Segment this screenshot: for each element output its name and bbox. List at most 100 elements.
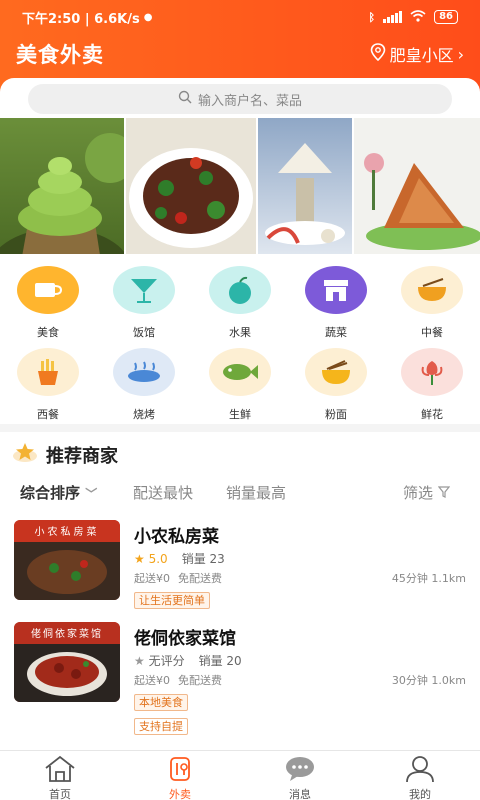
min-order: 起送¥0 — [134, 572, 170, 585]
shop-thumbnail-text: 佬侗依家菜馆 — [31, 629, 103, 640]
shop-card[interactable]: 佬侗依家菜馆 佬侗依家菜馆 ★ 无评分 销量 20 起送¥0 免配送费 30分钟… — [0, 622, 480, 738]
search-input[interactable]: 输入商户名、菜品 — [28, 84, 452, 114]
tab-label: 外卖 — [169, 788, 191, 800]
category-item-shuiguo[interactable]: 水果 — [192, 266, 288, 340]
category-item-fanguan[interactable]: 饭馆 — [96, 266, 192, 340]
search-icon — [178, 90, 192, 108]
sort-bar: 综合排序 ﹀ 配送最快 销量最高 筛选 — [0, 480, 480, 504]
banner-image-platter — [354, 118, 480, 254]
star-badge-icon — [12, 440, 38, 469]
shop-fees: 起送¥0 免配送费 — [134, 672, 222, 688]
shop-rating-row: ★ 5.0 销量 23 — [134, 550, 225, 567]
recommend-section: 推荐商家 综合排序 ﹀ 配送最快 销量最高 筛选 小农私房菜 小农私房菜 ★ 5… — [0, 432, 480, 750]
sort-label: 综合排序 — [20, 483, 81, 502]
category-item-shaokao[interactable]: 烧烤 — [96, 348, 192, 422]
category-label: 鲜花 — [421, 408, 443, 421]
category-label: 美食 — [37, 326, 59, 339]
signal-icon — [383, 11, 403, 23]
sort-comprehensive[interactable]: 综合排序 ﹀ — [20, 482, 97, 503]
category-label: 生鲜 — [229, 408, 251, 421]
category-label: 西餐 — [37, 408, 59, 421]
shop-distance: 30分钟 1.0km — [391, 674, 466, 687]
category-item-fenmian[interactable]: 粉面 — [288, 348, 384, 422]
apple-icon — [209, 266, 271, 314]
shop-card[interactable]: 小农私房菜 小农私房菜 ★ 5.0 销量 23 起送¥0 免配送费 45分钟 1… — [0, 520, 480, 616]
delivery-fee: 免配送费 — [178, 674, 222, 687]
shop-thumbnail-text: 小农私房菜 — [34, 527, 100, 538]
shop-rating-row: ★ 无评分 销量 20 — [134, 652, 242, 669]
category-label: 饭馆 — [133, 326, 155, 339]
fish-icon — [209, 348, 271, 396]
tab-label: 消息 — [289, 788, 311, 800]
flower-icon — [401, 348, 463, 396]
tab-messages[interactable]: 消息 — [252, 755, 348, 800]
message-icon — [283, 755, 317, 786]
store-icon — [305, 266, 367, 314]
banner-image-cupcake — [0, 118, 124, 254]
banner-carousel[interactable] — [0, 118, 480, 254]
chevron-down-icon: ﹀ — [85, 486, 98, 501]
shop-distance: 45分钟 1.1km — [391, 572, 466, 585]
bluetooth-icon: ᛒ — [368, 10, 376, 24]
tab-label: 首页 — [49, 788, 71, 800]
recommend-title: 推荐商家 — [46, 445, 118, 467]
filter-button[interactable]: 筛选 — [403, 482, 451, 503]
category-item-shucai[interactable]: 蔬菜 — [288, 266, 384, 340]
sort-fastest-delivery[interactable]: 配送最快 — [133, 482, 193, 503]
shop-sales: 销量 23 — [181, 552, 225, 566]
shop-name: 佬侗依家菜馆 — [134, 629, 236, 649]
banner-image-stirfry — [126, 118, 256, 254]
category-label: 粉面 — [325, 408, 347, 421]
category-item-meishi[interactable]: 美食 — [0, 266, 96, 340]
location-pin-icon — [370, 43, 386, 65]
app-title: 美食外卖 — [16, 43, 104, 67]
bottom-tab-bar: 首页 外卖 消息 我的 — [0, 750, 480, 800]
notification-icon: ● — [143, 11, 153, 23]
location-selector[interactable]: 肥皇小区 › — [370, 42, 464, 66]
shop-fees: 起送¥0 免配送费 — [134, 570, 222, 586]
score-value: 5.0 — [148, 551, 168, 566]
tab-label: 我的 — [409, 788, 431, 800]
category-item-shengxian[interactable]: 生鲜 — [192, 348, 288, 422]
wifi-icon — [410, 9, 426, 25]
cup-icon — [17, 266, 79, 314]
noodle-icon — [305, 348, 367, 396]
status-time-speed: 下午2:50 | 6.6K/s — [22, 11, 140, 27]
home-icon — [43, 755, 77, 786]
location-label: 肥皇小区 — [389, 46, 454, 65]
section-title: 推荐商家 — [12, 440, 118, 469]
cocktail-icon — [113, 266, 175, 314]
search-area: 输入商户名、菜品 — [0, 78, 480, 122]
search-placeholder: 输入商户名、菜品 — [197, 93, 302, 109]
bbq-icon — [113, 348, 175, 396]
shop-thumbnail: 佬侗依家菜馆 — [14, 622, 120, 702]
category-label: 中餐 — [421, 326, 443, 339]
shop-name: 小农私房菜 — [134, 527, 219, 547]
shop-tag: 本地美食 — [134, 694, 188, 711]
category-label: 烧烤 — [133, 408, 155, 421]
sort-top-sales[interactable]: 销量最高 — [226, 482, 286, 503]
shop-tag: 支持自提 — [134, 718, 188, 735]
delivery-fee: 免配送费 — [178, 572, 222, 585]
category-grid: 美食 饭馆 水果 蔬菜 中餐 西餐 烧烤 生鲜 粉面 鲜花 — [0, 254, 480, 424]
profile-icon — [403, 755, 437, 786]
battery-indicator: 86 — [434, 10, 458, 24]
shop-score: ★ 5.0 — [134, 552, 168, 566]
shop-score: ★ 无评分 — [134, 652, 185, 669]
noodle-bowl-icon — [401, 266, 463, 314]
tab-takeout[interactable]: 外卖 — [132, 755, 228, 800]
min-order: 起送¥0 — [134, 674, 170, 687]
banner-image-dessert — [258, 118, 352, 254]
category-item-xican[interactable]: 西餐 — [0, 348, 96, 422]
category-item-xianhua[interactable]: 鲜花 — [384, 348, 480, 422]
category-item-zhongcan[interactable]: 中餐 — [384, 266, 480, 340]
chevron-right-icon: › — [457, 44, 464, 64]
fries-icon — [17, 348, 79, 396]
filter-icon — [437, 484, 451, 502]
shop-thumbnail: 小农私房菜 — [14, 520, 120, 600]
shop-tag: 让生活更简单 — [134, 592, 210, 609]
tab-profile[interactable]: 我的 — [372, 755, 468, 800]
shop-sales: 销量 20 — [198, 654, 242, 668]
category-label: 水果 — [229, 326, 251, 339]
tab-home[interactable]: 首页 — [12, 755, 108, 800]
